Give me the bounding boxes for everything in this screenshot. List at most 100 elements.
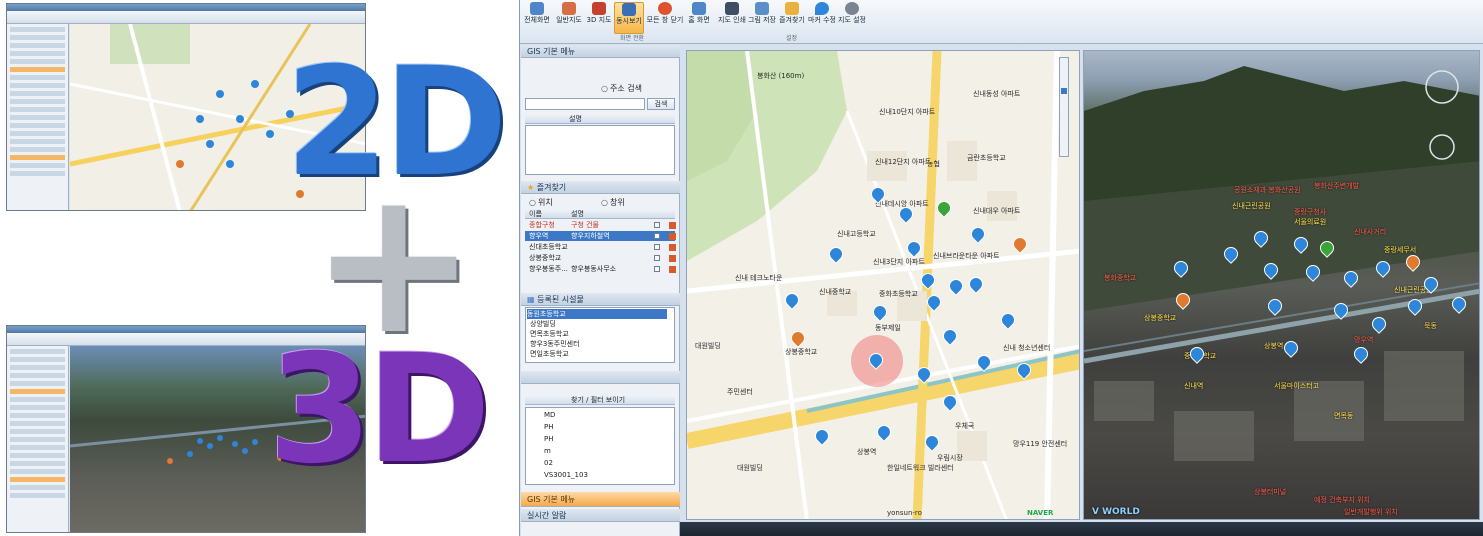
- map-3d-view[interactable]: 공원소재과 봉화산공원 봉화산주변개발 중랑구청사 신내근린공원 서울의료원 봉…: [1083, 50, 1480, 520]
- normal-map-button[interactable]: 일반지도: [554, 2, 584, 32]
- delete-icon[interactable]: [669, 244, 676, 251]
- favorite-icon: [785, 2, 799, 15]
- map3d-label: 상봉중학교: [1144, 314, 1177, 322]
- map3d-label: 묵동: [1424, 322, 1437, 330]
- favorites-row-checkbox[interactable]: [654, 233, 660, 239]
- favorites-row[interactable]: 상봉중학교: [525, 253, 676, 263]
- map-label: 주민센터: [727, 388, 753, 396]
- favorites-col-name: 이름: [529, 210, 542, 218]
- favorites-row-name: 종합구청: [529, 221, 555, 229]
- map-icon: [562, 2, 576, 15]
- facilities-list[interactable]: 동원초등학교 상양빌딩 면목초등학교 향우3동주민센터 면일초등학교: [525, 307, 675, 363]
- map3d-label: 중랑세무서: [1384, 246, 1417, 254]
- close-all-button[interactable]: 모든 창 닫기: [646, 2, 684, 32]
- map-3d-button[interactable]: 3D 지도: [586, 2, 612, 32]
- favorites-row-checkbox[interactable]: [654, 222, 660, 228]
- map-label: 신내12단지 아파트: [875, 158, 932, 166]
- save-image-icon: [755, 2, 769, 15]
- normal-map-label: 일반지도: [556, 16, 582, 24]
- favorites-header[interactable]: ★ 즐겨찾기: [521, 181, 680, 194]
- sidebar: GIS 기본 메뉴 주소 검색 검색 설명 ★ 즐겨찾기 위치 창위 이름 설명…: [521, 45, 680, 536]
- map-settings-label: 지도 설정: [838, 16, 866, 24]
- layer-item[interactable]: PH: [544, 434, 554, 444]
- print-icon: [725, 2, 739, 15]
- list-icon: ▦: [527, 295, 535, 304]
- realtime-alarm-tab[interactable]: 실시간 알람: [521, 509, 680, 522]
- map3d-label: 신내역: [1184, 382, 1204, 390]
- favorites-row[interactable]: 향우역 향우지하철역: [525, 231, 676, 241]
- layer-item[interactable]: PH: [544, 422, 554, 432]
- map-label: 신내 테크노타운: [735, 274, 783, 282]
- edit-marker-button[interactable]: 마커 수정: [808, 2, 836, 32]
- save-image-button[interactable]: 그림 저장: [748, 2, 776, 32]
- favorites-col-desc: 설명: [571, 210, 584, 218]
- map-label: 망우119 안전센터: [1013, 440, 1068, 448]
- home-button[interactable]: 홈 화면: [686, 2, 712, 32]
- facilities-title: 등록된 시설물: [537, 295, 584, 304]
- search-button[interactable]: 검색: [647, 98, 675, 110]
- thumb3d-sidebar: [7, 346, 69, 532]
- map-label: 농협: [927, 160, 940, 168]
- zoom-slider-thumb[interactable]: [1061, 88, 1067, 94]
- home-icon: [692, 2, 706, 15]
- radio-window[interactable]: 창위: [601, 197, 625, 208]
- map-label: yonsun-ro: [887, 509, 922, 517]
- list-item[interactable]: 면목초등학교: [530, 329, 569, 339]
- favorites-row-desc: 구청 건물: [571, 221, 599, 229]
- list-item[interactable]: 향우3동주민센터: [530, 339, 580, 349]
- favorites-row[interactable]: 향우봉동주... 향우봉동사무소: [525, 264, 676, 274]
- fullscreen-button[interactable]: 전체화면: [522, 2, 552, 32]
- favorites-title: 즐겨찾기: [536, 183, 567, 192]
- map-2d-view[interactable]: 봉화산 (160m) 신내10단지 아파트 신내동성 아파트 신내12단지 아파…: [686, 50, 1080, 520]
- map-label: 신내 청소년센터: [1003, 344, 1051, 352]
- list-item[interactable]: 동원초등학교: [527, 309, 667, 319]
- thumb-titlebar: [7, 4, 365, 11]
- address-search-radio[interactable]: 주소 검색: [601, 83, 642, 94]
- dual-view-button[interactable]: 동시보기: [614, 2, 644, 34]
- list-item[interactable]: 상양빌딩: [530, 319, 556, 329]
- gis-menu-tab[interactable]: GIS 기본 메뉴: [521, 492, 680, 507]
- thumb-sidebar: [7, 24, 69, 210]
- delete-icon[interactable]: [669, 255, 676, 262]
- favorites-row[interactable]: 종합구청 구청 건물: [525, 220, 676, 230]
- map3d-label: 서울의료원: [1294, 218, 1327, 226]
- map3d-label: 망우역: [1354, 336, 1374, 344]
- delete-icon[interactable]: [669, 233, 676, 240]
- layers-filter-toggle[interactable]: 찾기 / 필터 보이기: [571, 395, 625, 405]
- map-label: 동부제일: [875, 324, 901, 332]
- layers-tree[interactable]: MD PH PH m 02 VS3001_103: [525, 407, 675, 485]
- map-label: 신내동성 아파트: [973, 90, 1021, 98]
- map-label: 신내중학교: [819, 288, 852, 296]
- map3d-label: 상봉역: [1264, 342, 1284, 350]
- search-input[interactable]: [525, 98, 645, 110]
- home-label: 홈 화면: [688, 16, 710, 24]
- layer-item[interactable]: VS3001_103: [544, 470, 588, 480]
- thumb-ribbon: [7, 11, 365, 24]
- result-list[interactable]: [525, 125, 675, 175]
- map-settings-button[interactable]: 지도 설정: [838, 2, 866, 32]
- layer-item[interactable]: m: [544, 446, 551, 456]
- favorites-table-header: 이름 설명: [525, 209, 675, 219]
- gis-menu-header[interactable]: GIS 기본 메뉴: [521, 45, 680, 58]
- delete-icon[interactable]: [669, 222, 676, 229]
- layers-header[interactable]: [521, 371, 680, 384]
- ribbon-group-screen: 화면 전환: [620, 35, 644, 42]
- favorites-row-name: 향우봉동주...: [529, 265, 568, 273]
- list-item[interactable]: 면일초등학교: [530, 349, 569, 359]
- layer-item[interactable]: MD: [544, 410, 555, 420]
- favorites-row-checkbox[interactable]: [654, 255, 660, 261]
- map-label: 봉화산 (160m): [757, 72, 805, 80]
- facilities-header[interactable]: ▦ 등록된 시설물: [521, 293, 680, 306]
- map-label: 대원빌딩: [695, 342, 721, 350]
- favorites-button[interactable]: 즐겨찾기: [778, 2, 806, 32]
- favorites-row-checkbox[interactable]: [654, 244, 660, 250]
- delete-icon[interactable]: [669, 266, 676, 273]
- radio-place[interactable]: 위치: [529, 197, 553, 208]
- map3d-label: 서울마이스터고: [1274, 382, 1320, 390]
- favorites-row-checkbox[interactable]: [654, 266, 660, 272]
- layer-item[interactable]: 02: [544, 458, 553, 468]
- favorites-row[interactable]: 신대초등학교: [525, 242, 676, 252]
- print-map-button[interactable]: 지도 인쇄: [718, 2, 746, 32]
- zoom-slider[interactable]: [1059, 57, 1069, 157]
- map-label: 금란초등학교: [967, 154, 1006, 162]
